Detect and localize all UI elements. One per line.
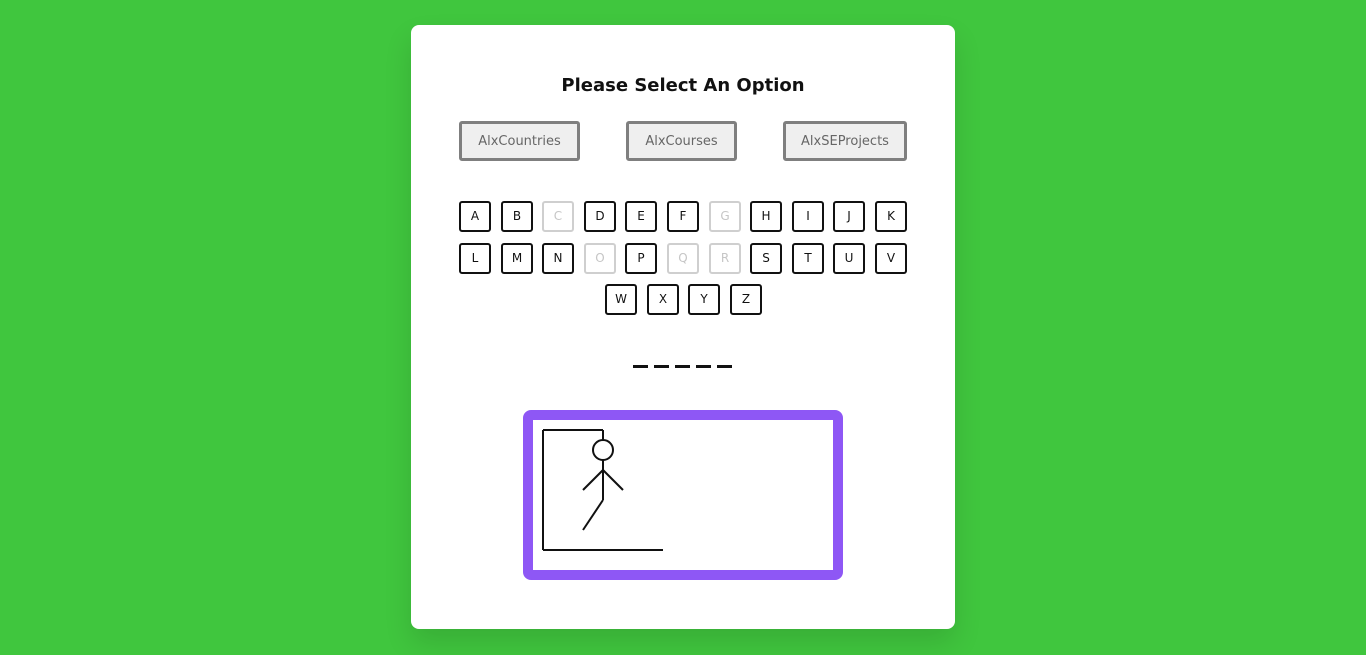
key-d[interactable]: D — [584, 201, 616, 232]
key-p[interactable]: P — [625, 243, 657, 274]
word-blanks — [633, 365, 734, 369]
letter-blank — [633, 365, 648, 368]
hangman-frame — [523, 410, 843, 580]
key-n[interactable]: N — [542, 243, 574, 274]
option-button-alxseprojects[interactable]: AlxSEProjects — [783, 121, 907, 161]
letter-blank — [696, 365, 711, 368]
key-i[interactable]: I — [792, 201, 824, 232]
key-z[interactable]: Z — [730, 284, 762, 315]
key-v[interactable]: V — [875, 243, 907, 274]
key-o[interactable]: O — [584, 243, 616, 274]
key-s[interactable]: S — [750, 243, 782, 274]
hangman-right-arm — [602, 469, 624, 491]
letter-blank — [654, 365, 669, 368]
page-title: Please Select An Option — [561, 75, 805, 96]
key-t[interactable]: T — [792, 243, 824, 274]
option-button-alxcourses[interactable]: AlxCourses — [626, 121, 737, 161]
key-j[interactable]: J — [833, 201, 865, 232]
hangman-left-leg — [582, 499, 604, 531]
key-u[interactable]: U — [833, 243, 865, 274]
key-e[interactable]: E — [625, 201, 657, 232]
key-l[interactable]: L — [459, 243, 491, 274]
hangman-drawing — [542, 429, 663, 551]
hangman-head — [592, 439, 614, 461]
option-button-alxcountries[interactable]: AlxCountries — [459, 121, 580, 161]
hangman-left-arm — [582, 469, 604, 491]
key-b[interactable]: B — [501, 201, 533, 232]
key-k[interactable]: K — [875, 201, 907, 232]
key-f[interactable]: F — [667, 201, 699, 232]
letter-blank — [717, 365, 732, 368]
key-a[interactable]: A — [459, 201, 491, 232]
key-m[interactable]: M — [501, 243, 533, 274]
key-g[interactable]: G — [709, 201, 741, 232]
key-x[interactable]: X — [647, 284, 679, 315]
key-y[interactable]: Y — [688, 284, 720, 315]
key-c[interactable]: C — [542, 201, 574, 232]
key-r[interactable]: R — [709, 243, 741, 274]
game-card: Please Select An Option AlxCountries Alx… — [411, 25, 955, 629]
letter-blank — [675, 365, 690, 368]
key-h[interactable]: H — [750, 201, 782, 232]
key-w[interactable]: W — [605, 284, 637, 315]
key-q[interactable]: Q — [667, 243, 699, 274]
